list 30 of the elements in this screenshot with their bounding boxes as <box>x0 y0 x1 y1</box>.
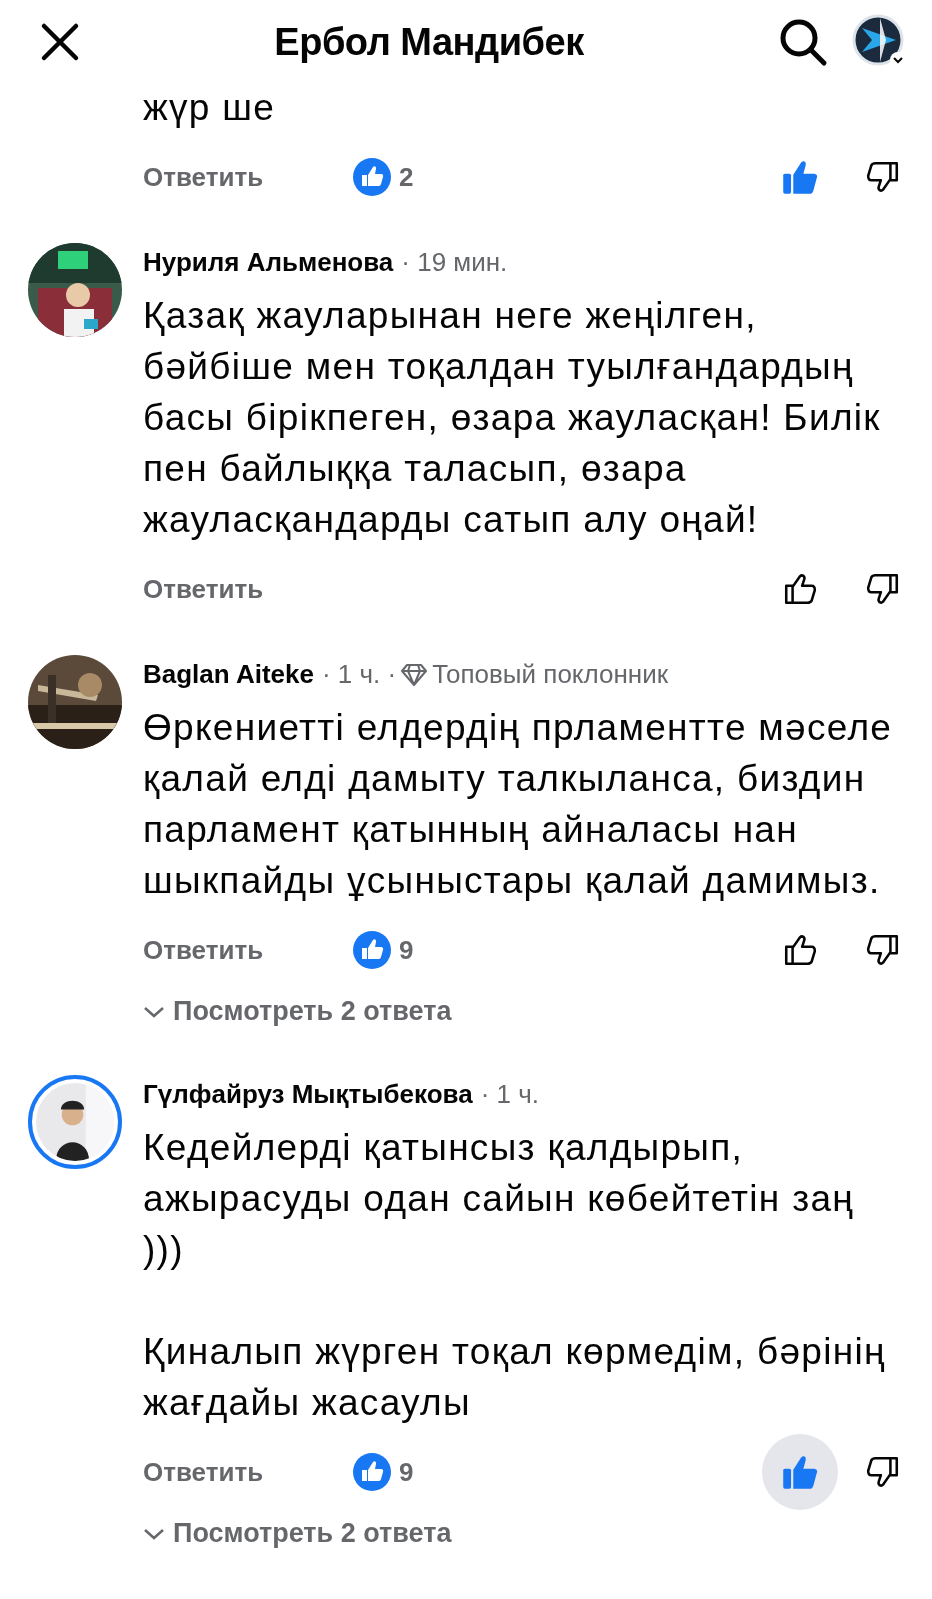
comment-text: Қазақ жауларынан неге жеңілген, бәйбіше мен тоқалдан туылғандардың басы бірікпеген, өзара жауласқан! Билік пен байлыққа таласып, өзара жауласқандарды сатып алу оңай! <box>143 294 882 542</box>
top-fan-label: Топовый поклонник <box>432 658 669 691</box>
chevron-down-icon[interactable] <box>143 1004 165 1019</box>
reply-link[interactable]: Ответить <box>143 569 353 609</box>
like-reaction-icon <box>353 158 391 196</box>
reaction-count: 2 <box>399 160 414 194</box>
page-title: Ербол Мандибек <box>273 19 585 65</box>
reply-link[interactable]: Ответить <box>143 930 353 970</box>
diamond-icon <box>400 662 429 687</box>
comment-text: Қиналып жүрген тоқал көрмедім, бәрінің жағдайы жасаулы <box>143 1330 887 1426</box>
comment-time: · 1 ч. <box>480 1078 540 1112</box>
comment-time: · 1 ч. · <box>322 658 397 691</box>
like-reaction-icon <box>353 931 391 969</box>
close-icon[interactable] <box>40 22 80 62</box>
reaction-count: 9 <box>399 933 414 967</box>
reply-link[interactable]: Ответить <box>143 157 353 197</box>
like-reaction-icon <box>353 1453 391 1492</box>
comment-time: · 19 мин. <box>401 246 508 279</box>
comment-text: жүр ше <box>143 86 277 130</box>
author-name[interactable]: Нуриля Альменова <box>143 243 394 282</box>
author-name[interactable]: Baglan Aiteke <box>143 655 314 694</box>
comment-text: Өркениетті елдердің прламентте мәселе қалай елді дамыту талкыланса, биздин парламент қатынның айналасы нан шыкпайды ұсыныстары қалай дамимыз. <box>143 706 894 903</box>
reaction-count: 9 <box>399 1455 414 1489</box>
comment-text: Кедейлерді қатынсыз қалдырып, ажырасуды одан сайын көбейтетін заң ))) <box>143 1126 856 1273</box>
search-icon[interactable] <box>778 17 828 67</box>
view-replies-link[interactable]: Посмотреть 2 ответа <box>173 992 456 1032</box>
author-name[interactable]: Гүлфайруз Мықтыбекова <box>143 1075 473 1115</box>
reply-link[interactable]: Ответить <box>143 1452 353 1492</box>
chevron-down-icon[interactable] <box>143 1526 165 1541</box>
view-replies-link[interactable]: Посмотреть 2 ответа <box>173 1514 456 1554</box>
